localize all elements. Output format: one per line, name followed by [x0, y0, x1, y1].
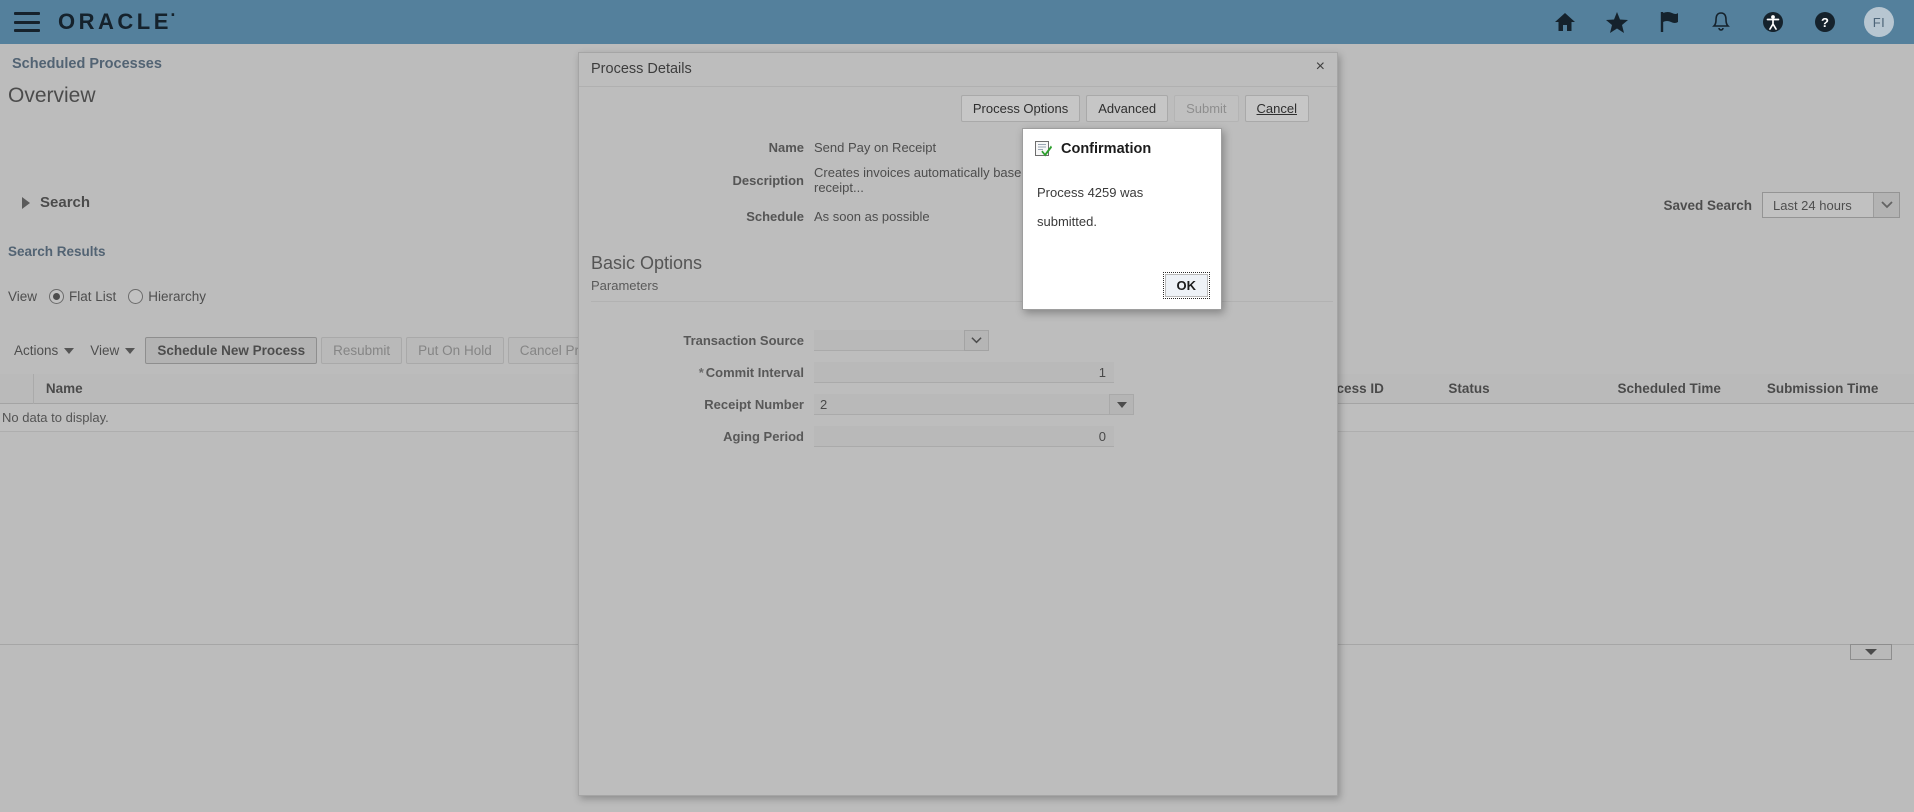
oracle-logo: ORACLE: [58, 9, 172, 35]
name-value: Send Pay on Receipt: [814, 138, 936, 155]
description-row: Description Creates invoices automatical…: [579, 163, 1337, 195]
commit-interval-label-text: Commit Interval: [706, 365, 804, 380]
accessibility-icon[interactable]: [1760, 9, 1786, 35]
receipt-number-input[interactable]: 2: [814, 394, 1109, 415]
parameter-row-commit-interval: *Commit Interval 1: [579, 362, 1337, 383]
confirmation-dialog: Confirmation Process 4259 was submitted.…: [1022, 128, 1222, 310]
process-details-titlebar: Process Details ×: [579, 53, 1337, 87]
confirmation-header: Confirmation: [1023, 129, 1221, 157]
process-options-button[interactable]: Process Options: [961, 95, 1080, 122]
receipt-number-label: Receipt Number: [579, 397, 814, 412]
home-icon[interactable]: [1552, 9, 1578, 35]
schedule-label: Schedule: [579, 207, 814, 224]
submit-button[interactable]: Submit: [1174, 95, 1238, 122]
parameter-row-receipt-number: Receipt Number 2: [579, 394, 1337, 415]
confirmation-ok-button[interactable]: OK: [1165, 274, 1209, 297]
caret-down-icon[interactable]: [1109, 394, 1134, 415]
aging-period-label: Aging Period: [579, 429, 814, 444]
name-row: Name Send Pay on Receipt: [579, 138, 1337, 155]
help-icon[interactable]: ?: [1812, 9, 1838, 35]
advanced-button[interactable]: Advanced: [1086, 95, 1168, 122]
schedule-row: Schedule As soon as possible Submission …: [579, 203, 1337, 227]
transaction-source-input[interactable]: [814, 330, 964, 351]
commit-interval-field[interactable]: 1: [814, 362, 1114, 383]
schedule-value: As soon as possible: [814, 207, 999, 224]
parameter-row-aging-period: Aging Period 0: [579, 426, 1337, 447]
basic-options-section: Basic Options Parameters: [579, 253, 1337, 302]
transaction-source-label: Transaction Source: [579, 333, 814, 348]
confirmation-title: Confirmation: [1061, 141, 1151, 157]
aging-period-input[interactable]: 0: [814, 426, 1114, 447]
description-label: Description: [579, 171, 814, 188]
header-icon-group: ? FI: [1552, 7, 1914, 37]
close-icon[interactable]: ×: [1316, 59, 1325, 75]
basic-options-title: Basic Options: [591, 253, 1337, 274]
name-label: Name: [579, 138, 814, 155]
commit-interval-input[interactable]: 1: [814, 362, 1114, 383]
notifications-bell-icon[interactable]: [1708, 9, 1734, 35]
caret-down-glyph: [1117, 402, 1127, 408]
confirmation-message: Process 4259 was submitted.: [1023, 157, 1221, 236]
description-value: Creates invoices automatically based on …: [814, 163, 1052, 195]
global-header: ORACLE ? FI: [0, 0, 1914, 44]
required-marker: *: [699, 365, 704, 380]
cancel-button-label: Cancel: [1257, 101, 1297, 116]
aging-period-field[interactable]: 0: [814, 426, 1114, 447]
confirmation-check-icon: [1035, 140, 1052, 157]
receipt-number-field[interactable]: 2: [814, 394, 1134, 415]
confirmation-message-line-2: submitted.: [1037, 208, 1207, 237]
parameters-form: Transaction Source *Commit Interval 1 Re…: [579, 330, 1337, 447]
hamburger-icon[interactable]: [14, 12, 40, 32]
avatar[interactable]: FI: [1864, 7, 1894, 37]
commit-interval-label: *Commit Interval: [579, 365, 814, 380]
flag-icon[interactable]: [1656, 9, 1682, 35]
process-details-button-bar: Process Options Advanced Submit Cancel: [579, 87, 1337, 122]
process-details-title: Process Details: [591, 61, 692, 77]
favorites-star-icon[interactable]: [1604, 9, 1630, 35]
confirmation-message-line-1: Process 4259 was: [1037, 179, 1207, 208]
confirmation-footer: OK: [1023, 274, 1221, 309]
process-details-dialog: Process Details × Process Options Advanc…: [578, 52, 1338, 796]
process-details-summary: Name Send Pay on Receipt Description Cre…: [579, 138, 1337, 227]
transaction-source-field[interactable]: [814, 330, 989, 351]
svg-text:?: ?: [1821, 15, 1829, 30]
cancel-button[interactable]: Cancel: [1245, 95, 1309, 122]
chevron-down-icon[interactable]: [964, 330, 989, 351]
parameter-row-transaction-source: Transaction Source: [579, 330, 1337, 351]
